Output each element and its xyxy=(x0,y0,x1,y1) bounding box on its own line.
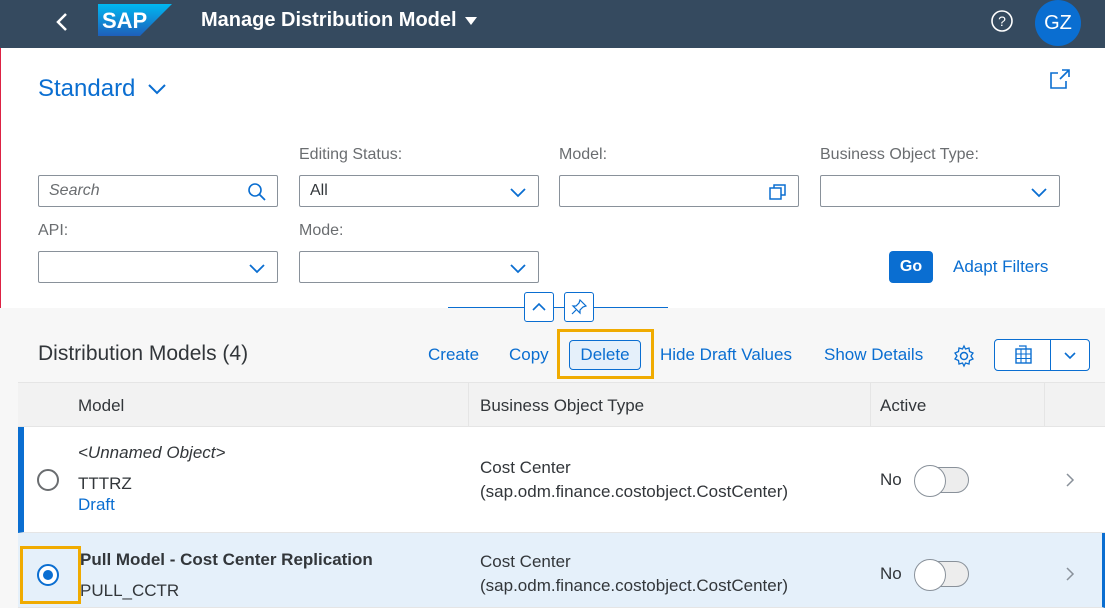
create-button[interactable]: Create xyxy=(428,345,479,365)
back-icon[interactable] xyxy=(48,8,76,36)
delete-button[interactable]: Delete xyxy=(569,340,641,370)
sap-logo: SAP xyxy=(98,4,172,36)
search-icon[interactable] xyxy=(247,182,267,202)
editing-status-select[interactable]: All xyxy=(299,175,539,207)
chevron-down-icon xyxy=(510,188,526,198)
svg-text:?: ? xyxy=(998,13,1006,29)
header-divider xyxy=(448,307,668,308)
bo-type-name: Cost Center xyxy=(480,458,571,477)
api-label: API: xyxy=(38,222,69,239)
chevron-down-icon xyxy=(1064,351,1076,359)
go-button[interactable]: Go xyxy=(889,251,933,283)
chevron-down-icon xyxy=(148,84,167,95)
model-label: Model: xyxy=(559,146,608,163)
table-title: Distribution Models (4) xyxy=(38,342,249,365)
column-header-bo-type[interactable]: Business Object Type xyxy=(480,396,644,416)
model-name: <Unnamed Object> xyxy=(78,443,226,462)
chevron-right-icon[interactable] xyxy=(1063,473,1077,487)
help-icon[interactable]: ? xyxy=(990,9,1014,33)
svg-text:SAP: SAP xyxy=(102,8,147,33)
model-input[interactable] xyxy=(559,175,799,207)
active-switch[interactable] xyxy=(914,559,969,591)
app-title-text: Manage Distribution Model xyxy=(201,9,457,31)
variant-selector[interactable]: Standard xyxy=(38,75,167,103)
table-header: Model Business Object Type Active xyxy=(18,382,1105,428)
bo-type-path: (sap.odm.finance.costobject.CostCenter) xyxy=(480,576,789,595)
pin-icon xyxy=(571,299,587,315)
switch-knob xyxy=(914,465,946,497)
bo-type-path: (sap.odm.finance.costobject.CostCenter) xyxy=(480,482,789,501)
search-placeholder: Search xyxy=(49,182,100,199)
active-text: No xyxy=(880,564,902,583)
editing-status-label: Editing Status: xyxy=(299,146,403,163)
chevron-down-icon xyxy=(1031,188,1047,198)
chevron-down-icon xyxy=(249,264,265,274)
user-avatar[interactable]: GZ xyxy=(1035,0,1081,46)
export-split-button[interactable] xyxy=(994,339,1090,371)
pin-header-button[interactable] xyxy=(564,292,594,322)
bo-type-select[interactable] xyxy=(820,175,1060,207)
show-details-button[interactable]: Show Details xyxy=(824,345,923,365)
export-button[interactable] xyxy=(995,340,1051,370)
adapt-filters-button[interactable]: Adapt Filters xyxy=(953,257,1048,277)
mode-label: Mode: xyxy=(299,222,344,239)
search-input[interactable]: Search xyxy=(38,175,278,207)
share-icon[interactable] xyxy=(1048,67,1072,91)
chevron-up-icon xyxy=(532,302,546,311)
row-select-radio[interactable] xyxy=(37,469,59,491)
export-menu-button[interactable] xyxy=(1051,340,1089,370)
api-select[interactable] xyxy=(38,251,278,283)
chevron-down-icon xyxy=(510,264,526,274)
bo-type-label: Business Object Type: xyxy=(820,146,979,163)
chevron-right-icon[interactable] xyxy=(1063,567,1077,581)
value-help-icon[interactable] xyxy=(768,182,788,202)
switch-knob xyxy=(914,559,946,591)
model-name: Pull Model - Cost Center Replication xyxy=(80,550,373,569)
draft-status: Draft xyxy=(78,495,115,514)
model-id: PULL_CCTR xyxy=(80,581,180,600)
active-text: No xyxy=(880,470,902,489)
app-title[interactable]: Manage Distribution Model xyxy=(201,9,477,32)
bo-type-name: Cost Center xyxy=(480,552,571,571)
variant-label: Standard xyxy=(38,75,136,102)
column-divider xyxy=(870,383,871,428)
dropdown-icon xyxy=(464,16,477,25)
settings-gear-icon[interactable] xyxy=(952,344,976,368)
row-select-radio[interactable] xyxy=(37,564,59,586)
copy-button[interactable]: Copy xyxy=(509,345,549,365)
mode-select[interactable] xyxy=(299,251,539,283)
column-header-model[interactable]: Model xyxy=(78,396,124,416)
column-divider xyxy=(1044,383,1045,428)
column-header-active[interactable]: Active xyxy=(880,396,926,416)
shell-bar: SAP Manage Distribution Model ? GZ xyxy=(0,0,1105,48)
active-switch[interactable] xyxy=(914,465,969,497)
spreadsheet-icon xyxy=(1014,345,1032,364)
hide-draft-values-button[interactable]: Hide Draft Values xyxy=(660,345,792,365)
column-divider xyxy=(468,383,469,428)
collapse-header-button[interactable] xyxy=(524,292,554,322)
editing-status-value: All xyxy=(310,182,328,199)
